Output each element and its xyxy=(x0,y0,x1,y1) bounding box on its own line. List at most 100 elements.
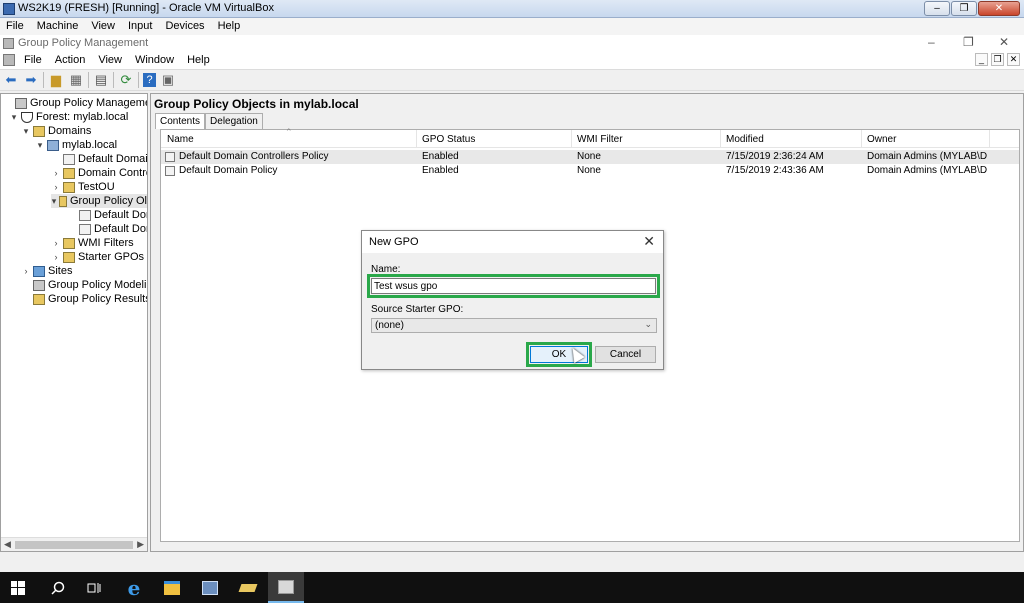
expand-icon[interactable]: › xyxy=(51,168,61,178)
dialog-title: New GPO xyxy=(369,236,419,248)
tree-item-domains[interactable]: ▾ Domains xyxy=(21,124,92,138)
tab-delegation[interactable]: Delegation xyxy=(205,113,263,129)
tree-item-wmi-filters[interactable]: › WMI Filters xyxy=(51,236,134,250)
vbox-menu-input[interactable]: Input xyxy=(122,18,159,35)
scroll-thumb[interactable] xyxy=(15,541,133,549)
results-icon xyxy=(33,293,45,305)
chevron-down-icon[interactable]: ⌄ xyxy=(644,319,652,330)
column-header-name[interactable]: Name xyxy=(167,134,194,145)
starter-gpo-value: (none) xyxy=(375,320,404,331)
mdi-controls: _ ❐ ✕ xyxy=(975,53,1020,66)
expand-icon[interactable]: ▾ xyxy=(21,126,31,137)
tree-item-forest[interactable]: ▾ Forest: mylab.local xyxy=(9,110,129,124)
tree-item-domain-controllers[interactable]: › Domain Contro xyxy=(51,166,148,180)
tree-item-results[interactable]: Group Policy Results xyxy=(21,292,147,306)
tree-item-default-domain[interactable]: Default Domain xyxy=(51,152,147,166)
gpo-name-input[interactable]: Test wsus gpo xyxy=(371,278,656,294)
cell-wmi: None xyxy=(577,165,601,176)
column-separator[interactable] xyxy=(989,130,990,148)
tree-item-gpm-root[interactable]: Group Policy Management xyxy=(3,96,147,110)
column-separator[interactable] xyxy=(861,130,862,148)
cancel-button[interactable]: Cancel xyxy=(595,346,656,363)
scroll-left-icon[interactable]: ◀ xyxy=(4,539,11,550)
table-row[interactable]: Default Domain Controllers Policy Enable… xyxy=(161,150,1019,164)
vbox-menu-machine[interactable]: Machine xyxy=(31,18,86,35)
close-icon[interactable]: ✕ xyxy=(643,233,655,250)
column-header-modified[interactable]: Modified xyxy=(726,134,764,145)
search-icon[interactable] xyxy=(40,572,76,603)
expand-icon[interactable]: › xyxy=(51,182,61,192)
column-separator[interactable] xyxy=(416,130,417,148)
minimize-button[interactable]: – xyxy=(924,1,950,16)
expand-icon[interactable]: ▾ xyxy=(9,112,19,123)
close-button[interactable]: ✕ xyxy=(978,1,1020,16)
expand-icon[interactable]: ▾ xyxy=(35,140,45,151)
column-header-gpo-status[interactable]: GPO Status xyxy=(422,134,475,145)
expand-icon[interactable]: › xyxy=(51,252,61,262)
gpm-menu-action[interactable]: Action xyxy=(50,52,94,69)
column-header-owner[interactable]: Owner xyxy=(867,134,896,145)
vbox-menu-view[interactable]: View xyxy=(85,18,122,35)
vbox-window-title: WS2K19 (FRESH) [Running] - Oracle VM Vir… xyxy=(18,2,274,14)
file-explorer-icon[interactable] xyxy=(154,572,190,603)
vbox-menu-file[interactable]: File xyxy=(0,18,31,35)
restore-button[interactable]: ❐ xyxy=(951,1,977,16)
forward-arrow-icon[interactable]: ➡ xyxy=(23,72,39,88)
task-view-icon[interactable] xyxy=(76,572,112,603)
tree-item-gpo-container[interactable]: ▾ Group Policy Ol xyxy=(51,194,147,208)
new-gpo-dialog: New GPO ✕ Name: Test wsus gpo Source Sta… xyxy=(361,230,664,370)
back-arrow-icon[interactable]: ⬅ xyxy=(3,72,19,88)
server-manager-icon[interactable] xyxy=(192,572,228,603)
tree-item-sites[interactable]: › Sites xyxy=(21,264,73,278)
view-icon[interactable]: ▣ xyxy=(160,72,176,88)
gpm-menu-icon[interactable] xyxy=(3,54,15,66)
tree-item-gpo[interactable]: Default Dom xyxy=(67,222,147,236)
mdi-close-button[interactable]: ✕ xyxy=(1007,53,1020,66)
column-header-wmi-filter[interactable]: WMI Filter xyxy=(577,134,623,145)
tree-item-label: mylab.local xyxy=(62,139,118,151)
start-windows-icon[interactable] xyxy=(0,572,36,603)
gpm-minimize-button[interactable]: – xyxy=(928,35,935,49)
tools-icon[interactable] xyxy=(230,572,266,603)
show-hide-tree-icon[interactable]: ▦ xyxy=(68,72,84,88)
table-row[interactable]: Default Domain Policy Enabled None 7/15/… xyxy=(161,164,1019,178)
cell-owner: Domain Admins (MYLAB\Dom... xyxy=(867,165,987,176)
gpm-restore-button[interactable]: ❐ xyxy=(963,35,974,49)
expand-icon[interactable]: › xyxy=(51,238,61,248)
tree-item-starter-gpos[interactable]: › Starter GPOs xyxy=(51,250,145,264)
tree-horizontal-scrollbar[interactable]: ◀ ▶ xyxy=(1,537,147,551)
folder-icon xyxy=(58,195,67,207)
column-separator[interactable] xyxy=(720,130,721,148)
up-folder-icon[interactable]: ▆ xyxy=(48,72,64,88)
gpo-icon xyxy=(79,223,91,235)
tree-item-gpo[interactable]: Default Dom xyxy=(67,208,147,222)
expand-icon[interactable]: ▾ xyxy=(51,196,57,207)
vbox-menu-devices[interactable]: Devices xyxy=(159,18,211,35)
gpm-menu-window[interactable]: Window xyxy=(130,52,182,69)
gpm-menu-help[interactable]: Help xyxy=(182,52,218,69)
tree-item-modeling[interactable]: Group Policy Modeling xyxy=(21,278,147,292)
scroll-right-icon[interactable]: ▶ xyxy=(137,539,144,550)
tab-contents[interactable]: Contents xyxy=(155,113,206,129)
mdi-restore-button[interactable]: ❐ xyxy=(991,53,1004,66)
properties-icon[interactable]: ▤ xyxy=(93,72,109,88)
mdi-minimize-button[interactable]: _ xyxy=(975,53,988,66)
toolbar: ⬅ ➡ ▆ ▦ ▤ ⟳ ? ▣ xyxy=(0,69,1024,91)
gpm-taskbar-icon[interactable] xyxy=(268,572,304,603)
gpm-close-button[interactable]: ✕ xyxy=(999,35,1009,49)
gpm-menu-file[interactable]: File xyxy=(19,52,50,69)
internet-explorer-icon[interactable]: e xyxy=(116,572,152,603)
vbox-menu-help[interactable]: Help xyxy=(212,18,248,35)
tree-item-testou[interactable]: › TestOU xyxy=(51,180,115,194)
ou-icon xyxy=(63,167,75,179)
refresh-icon[interactable]: ⟳ xyxy=(118,72,134,88)
cell-modified: 7/15/2019 2:36:24 AM xyxy=(726,151,824,162)
tree-item-mylab[interactable]: ▾ mylab.local xyxy=(35,138,117,152)
column-separator[interactable] xyxy=(571,130,572,148)
help-icon[interactable]: ? xyxy=(143,73,156,87)
gpm-menu-view[interactable]: View xyxy=(93,52,130,69)
toolbar-separator xyxy=(113,72,114,88)
expand-icon[interactable]: › xyxy=(21,266,31,276)
gpo-icon xyxy=(165,166,175,176)
starter-gpo-select[interactable]: (none) ⌄ xyxy=(371,318,657,333)
